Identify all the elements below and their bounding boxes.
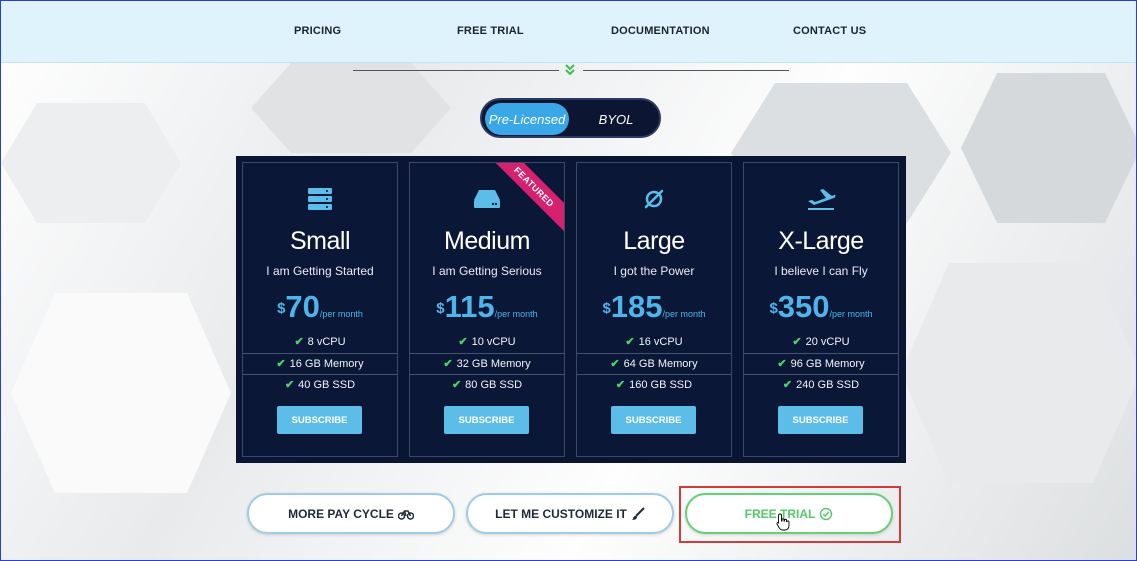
check-circle-icon (820, 507, 833, 520)
check-icon: ✔ (625, 336, 635, 348)
check-icon: ✔ (451, 379, 462, 391)
nav-free-trial[interactable]: FREE TRIAL (457, 25, 524, 37)
double-chevron-down-icon (565, 64, 575, 76)
subscribe-button[interactable]: SUBSCRIBE (611, 406, 696, 434)
plan-card-large: Large I got the Power $185/per month ✔ 16… (576, 162, 732, 457)
customize-button[interactable]: LET ME CUSTOMIZE IT (466, 493, 674, 534)
check-icon: ✔ (782, 379, 793, 391)
hand-cursor-icon (776, 513, 790, 531)
plan-feature: ✔ 16 vCPU (625, 336, 683, 348)
plan-price: $70/per month (277, 289, 363, 324)
subscribe-button[interactable]: SUBSCRIBE (277, 406, 362, 434)
divider-line-right (583, 70, 789, 71)
plan-tagline: I am Getting Serious (432, 264, 542, 278)
plan-feature: ✔ 160 GB SSD (615, 379, 693, 391)
plan-card-x-large: X-Large I believe I can Fly $350/per mon… (743, 162, 899, 457)
plan-card-small: Small I am Getting Started $70/per month… (242, 162, 398, 457)
plan-name: Medium (444, 227, 530, 255)
plan-tagline: I believe I can Fly (774, 264, 868, 278)
check-icon: ✔ (792, 336, 802, 348)
check-icon: ✔ (458, 336, 468, 348)
check-icon: ✔ (443, 358, 453, 370)
check-icon: ✔ (615, 379, 626, 391)
check-icon: ✔ (294, 336, 304, 348)
plan-feature: ✔ 10 vCPU (458, 336, 516, 348)
plan-feature: ✔ 20 vCPU (792, 336, 850, 348)
server-icon (308, 188, 332, 210)
plan-name: X-Large (778, 227, 864, 255)
plan-price: $185/per month (602, 289, 706, 324)
plan-tagline: I am Getting Started (266, 264, 374, 278)
check-icon: ✔ (276, 358, 286, 370)
divider-line-left (353, 70, 559, 71)
plan-price: $350/per month (769, 289, 873, 324)
nav-contact-us[interactable]: CONTACT US (793, 25, 866, 37)
check-icon: ✔ (284, 379, 295, 391)
check-icon: ✔ (610, 358, 620, 370)
toggle-byol[interactable]: BYOL (578, 103, 654, 135)
plan-price: $115/per month (436, 289, 538, 324)
plane-icon (808, 189, 836, 210)
plan-feature: ✔ 32 GB Memory (443, 358, 531, 370)
plan-name: Large (623, 227, 685, 255)
more-pay-cycle-button[interactable]: MORE PAY CYCLE (247, 493, 455, 534)
plan-feature: ✔ 96 GB Memory (777, 358, 865, 370)
orbit-icon (644, 189, 664, 209)
check-icon: ✔ (777, 358, 787, 370)
plan-feature: ✔ 64 GB Memory (610, 358, 698, 370)
plan-feature: ✔ 240 GB SSD (782, 379, 860, 391)
subscribe-button[interactable]: SUBSCRIBE (444, 406, 529, 434)
toggle-pre-licensed[interactable]: Pre-Licensed (485, 103, 569, 135)
subscribe-button[interactable]: SUBSCRIBE (778, 406, 863, 434)
pricing-panel: Small I am Getting Started $70/per month… (236, 156, 906, 463)
top-nav: PRICING FREE TRIAL DOCUMENTATION CONTACT… (1, 1, 1136, 63)
plan-name: Small (289, 227, 351, 255)
hard-drive-icon (474, 190, 500, 208)
plan-feature: ✔ 80 GB SSD (451, 379, 523, 391)
plan-tagline: I got the Power (613, 264, 695, 278)
plan-feature: ✔ 8 vCPU (294, 336, 346, 348)
bicycle-icon (397, 509, 414, 520)
license-toggle: Pre-Licensed BYOL (480, 98, 661, 138)
plan-feature: ✔ 40 GB SSD (284, 379, 356, 391)
nav-pricing[interactable]: PRICING (294, 25, 341, 37)
plan-card-medium: FEATURED Medium I am Getting Serious $11… (409, 162, 565, 457)
paint-brush-icon (631, 506, 645, 520)
plan-feature: ✔ 16 GB Memory (276, 358, 364, 370)
nav-documentation[interactable]: DOCUMENTATION (611, 25, 710, 37)
